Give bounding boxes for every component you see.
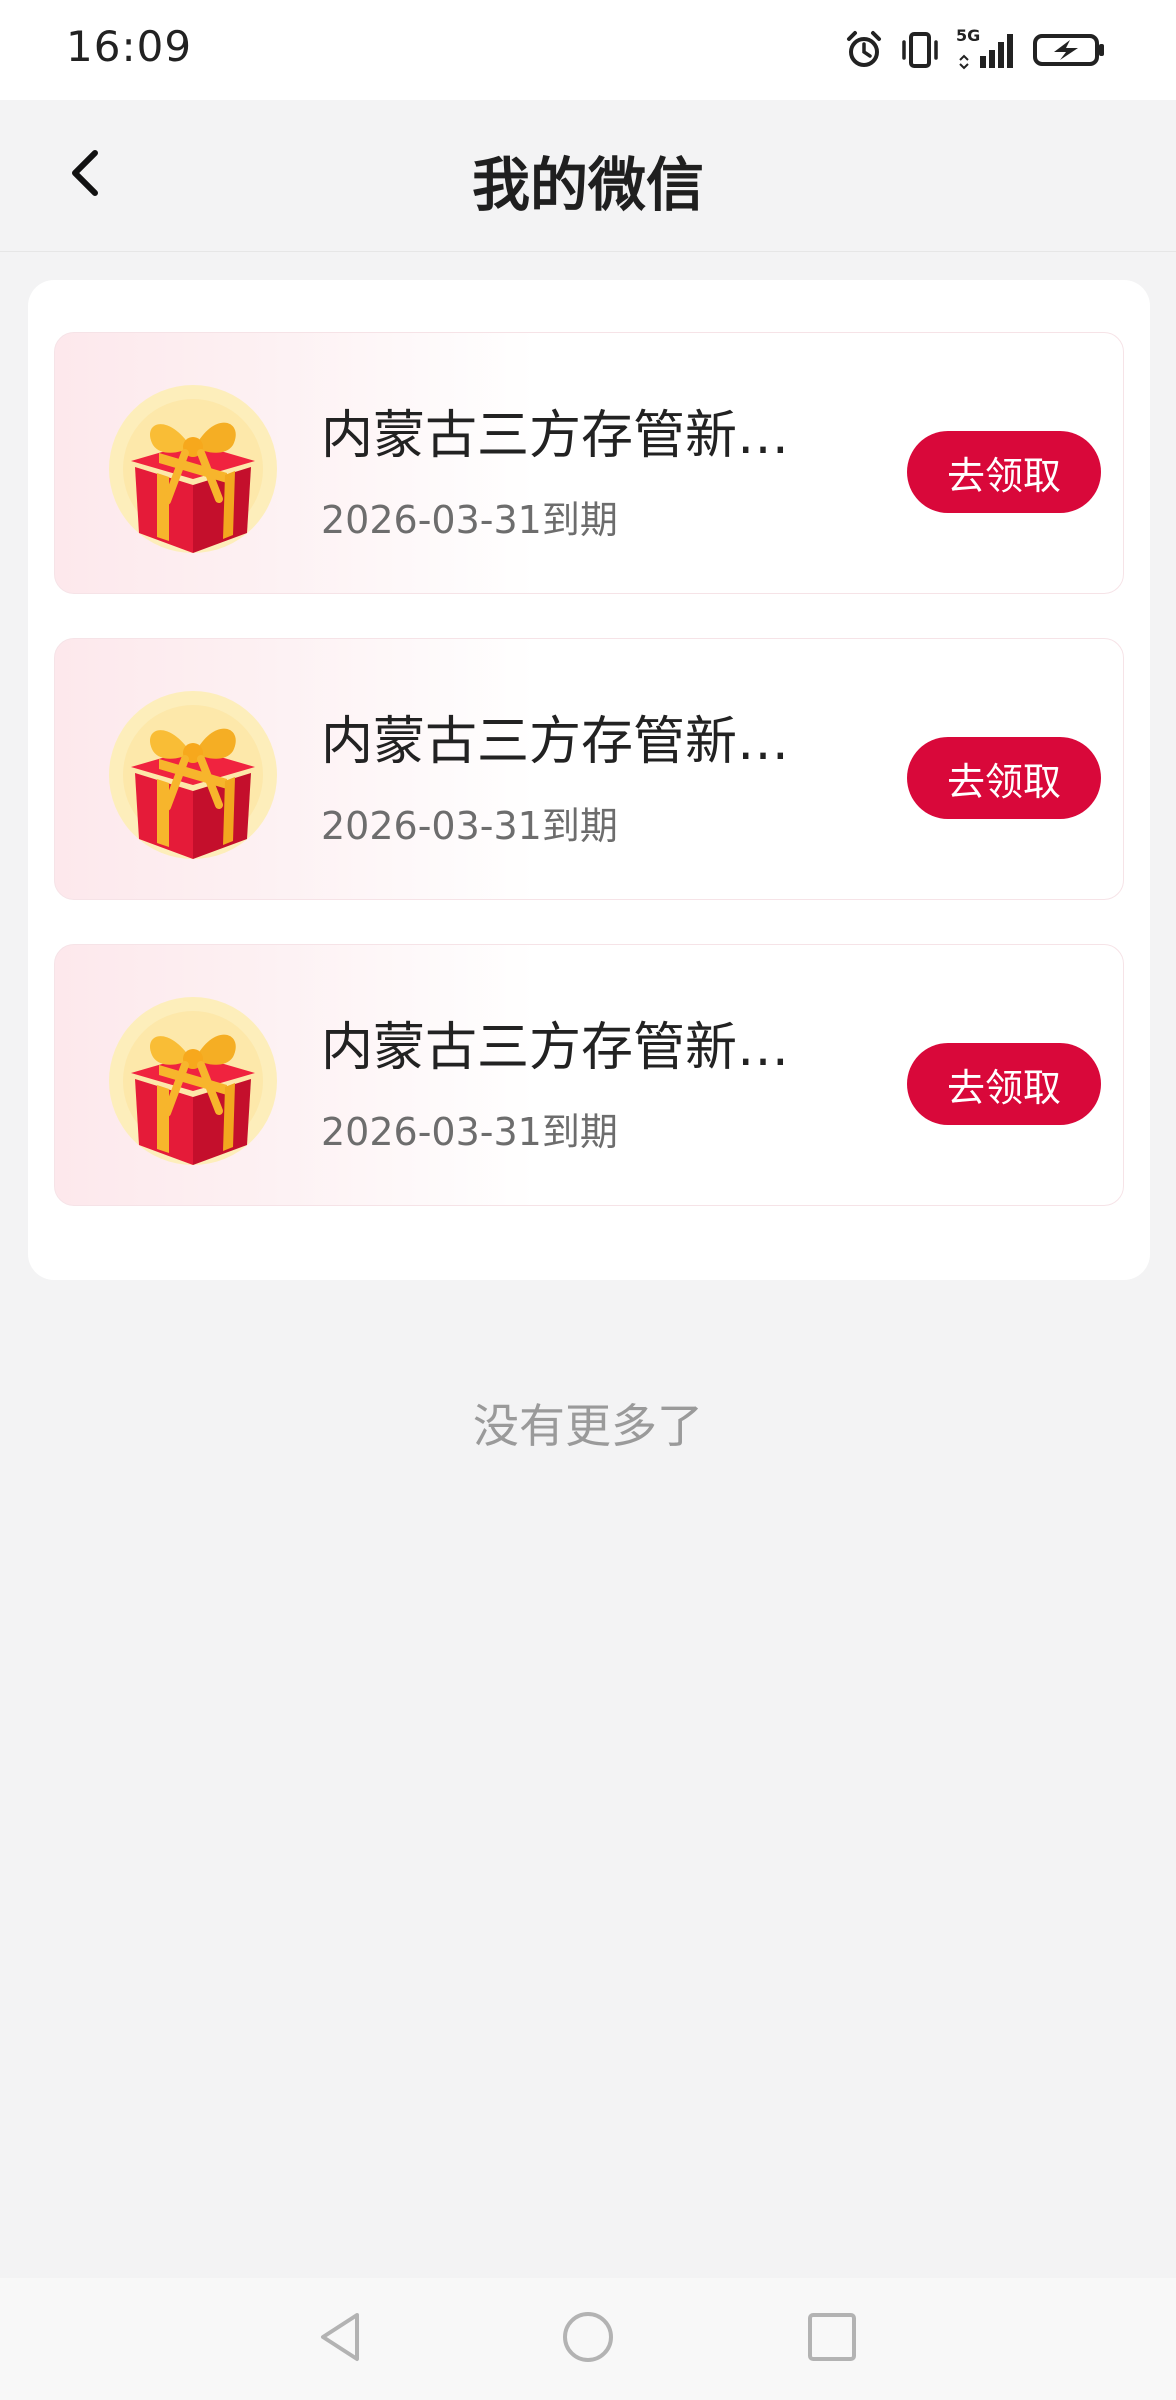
gift-box-icon (107, 383, 279, 555)
coupon-title: 内蒙古三方存管新… (321, 406, 790, 466)
back-triangle-icon (315, 2309, 367, 2369)
coupon-list: 内蒙古三方存管新… 2026-03-31到期 去领取 内蒙古三方存管新… 202… (28, 280, 1150, 1280)
battery-charging-icon (1032, 30, 1106, 70)
system-nav-bar (0, 2278, 1176, 2400)
coupon-item: 内蒙古三方存管新… 2026-03-31到期 去领取 (54, 332, 1124, 594)
status-time: 16:09 (66, 22, 193, 71)
header-bar: 我的微信 (0, 100, 1176, 252)
coupon-item: 内蒙古三方存管新… 2026-03-31到期 去领取 (54, 638, 1124, 900)
network-type-label: 5G (956, 26, 981, 45)
coupon-title: 内蒙古三方存管新… (321, 1018, 790, 1078)
status-bar: 16:09 5G (0, 0, 1176, 100)
status-icons: 5G (844, 26, 1106, 74)
coupon-expiry: 2026-03-31到期 (321, 498, 618, 542)
system-back-button[interactable] (306, 2304, 376, 2374)
home-circle-icon (560, 2309, 616, 2369)
alarm-icon (844, 30, 884, 70)
page-title: 我的微信 (471, 151, 704, 219)
system-recents-button[interactable] (797, 2304, 867, 2374)
coupon-expiry: 2026-03-31到期 (321, 1110, 618, 1154)
coupon-expiry: 2026-03-31到期 (321, 804, 618, 848)
gift-box-icon (107, 689, 279, 861)
claim-button[interactable]: 去领取 (907, 431, 1101, 513)
coupon-item: 内蒙古三方存管新… 2026-03-31到期 去领取 (54, 944, 1124, 1206)
claim-button[interactable]: 去领取 (907, 1043, 1101, 1125)
signal-icon: 5G (956, 26, 1018, 70)
recents-square-icon (804, 2309, 860, 2369)
system-home-button[interactable] (553, 2304, 623, 2374)
claim-button[interactable]: 去领取 (907, 737, 1101, 819)
no-more-text: 没有更多了 (473, 1399, 703, 1453)
vibrate-icon (898, 30, 942, 70)
gift-box-icon (107, 995, 279, 1167)
coupon-title: 内蒙古三方存管新… (321, 712, 790, 772)
